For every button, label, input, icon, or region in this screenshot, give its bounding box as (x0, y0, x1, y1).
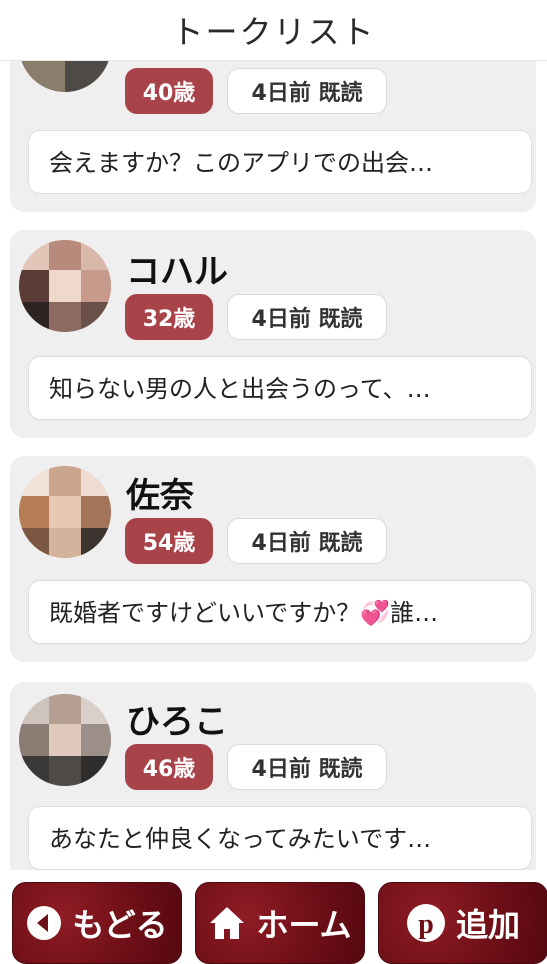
avatar (19, 694, 111, 786)
contact-name: 佐奈 (126, 476, 194, 516)
message-preview[interactable]: あなたと仲良くなってみたいです… (28, 806, 532, 870)
home-button[interactable]: ホーム (195, 882, 365, 964)
last-seen-status: 4日前 既読 (227, 518, 387, 564)
age-badge: 46歳 (125, 744, 213, 790)
message-text: 既婚者ですけどいいですか？ (49, 599, 361, 627)
age-badge: 40歳 (125, 68, 213, 114)
avatar (19, 466, 111, 558)
svg-text:p: p (418, 909, 434, 940)
back-button-label: もどる (72, 906, 168, 944)
back-button[interactable]: もどる (12, 882, 182, 964)
age-badge: 32歳 (125, 294, 213, 340)
contact-name: コハル (126, 252, 228, 292)
message-preview[interactable]: 知らない男の人と出会うのって、… (28, 356, 532, 420)
conversation-card[interactable]: ひろこ 46歳 4日前 既読 あなたと仲良くなってみたいです… (10, 682, 536, 882)
pinterest-icon: p (406, 903, 446, 943)
home-icon (208, 905, 246, 941)
last-seen-status: 4日前 既読 (227, 294, 387, 340)
message-preview[interactable]: 会えますか？このアプリでの出会… (28, 130, 532, 194)
age-badge: 54歳 (125, 518, 213, 564)
conversation-card[interactable]: 佐奈 54歳 4日前 既読 既婚者ですけどいいですか？💞誰… (10, 456, 536, 662)
conversation-list: 40歳 4日前 既読 会えますか？このアプリでの出会… コハル 32歳 4日前 … (0, 0, 547, 962)
message-text-tail: 誰… (390, 599, 439, 627)
hearts-emoji-icon: 💞 (360, 599, 391, 627)
home-button-label: ホーム (256, 906, 352, 944)
conversation-card[interactable]: コハル 32歳 4日前 既読 知らない男の人と出会うのって、… (10, 230, 536, 438)
message-preview[interactable]: 既婚者ですけどいいですか？💞誰… (28, 580, 532, 644)
app-header: トークリスト (0, 0, 547, 61)
add-button-label: 追加 (455, 906, 520, 944)
page-title: トークリスト (171, 13, 376, 51)
add-button[interactable]: p 追加 (378, 882, 547, 964)
avatar (19, 240, 111, 332)
back-arrow-icon (26, 905, 62, 941)
last-seen-status: 4日前 既読 (227, 744, 387, 790)
contact-name: ひろこ (126, 702, 228, 742)
last-seen-status: 4日前 既読 (227, 68, 387, 114)
bottom-nav: もどる ホーム p 追加 (0, 870, 547, 964)
